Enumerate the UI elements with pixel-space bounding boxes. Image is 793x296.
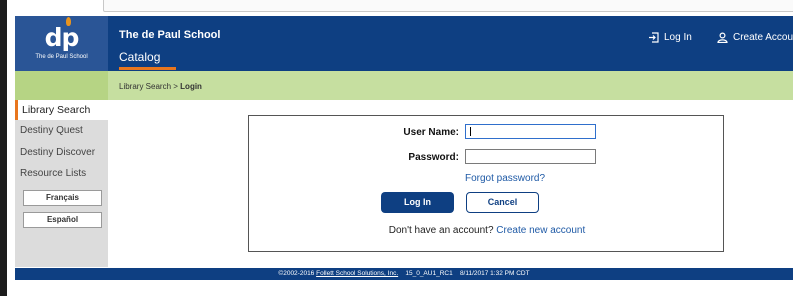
browser-address-field[interactable] (103, 0, 793, 12)
footer: ©2002-2016 Follett School Solutions, Inc… (15, 268, 793, 280)
tab-catalog[interactable]: Catalog (119, 50, 160, 64)
window-left-edge (0, 0, 7, 296)
header-account-label: Create Account (733, 31, 793, 43)
breadcrumb-parent[interactable]: Library Search (119, 82, 171, 91)
window-gutter (7, 0, 15, 296)
password-label: Password: (408, 152, 459, 163)
breadcrumb: Library Search > Login (119, 82, 202, 91)
header-login-label: Log In (664, 31, 692, 43)
active-tab-indicator (119, 67, 176, 70)
logo-tagline: The de Paul School (35, 54, 88, 60)
no-account-message: Don't have an account? Create new accoun… (249, 225, 725, 236)
username-label: User Name: (403, 127, 459, 138)
username-field[interactable] (465, 124, 596, 139)
user-icon (717, 31, 728, 43)
login-panel: User Name: Password: Forgot password? Lo… (248, 115, 724, 252)
text-cursor (470, 127, 471, 136)
cancel-button[interactable]: Cancel (466, 192, 539, 213)
breadcrumb-bar: Library Search > Login (15, 71, 793, 100)
breadcrumb-current: Login (180, 82, 202, 91)
sidebar-item-destiny-quest[interactable]: Destiny Quest (15, 121, 108, 141)
school-name: The de Paul School (119, 29, 221, 41)
create-account-link[interactable]: Create new account (496, 225, 585, 236)
sidebar: Library Search Destiny Quest Destiny Dis… (15, 100, 108, 267)
header-create-account-link[interactable]: Create Account (717, 30, 793, 44)
forgot-password-link[interactable]: Forgot password? (465, 173, 545, 184)
login-icon (649, 31, 659, 43)
header-login-link[interactable]: Log In (648, 30, 692, 44)
footer-copyright: ©2002-2016 (278, 270, 315, 277)
no-account-text: Don't have an account? (388, 225, 494, 236)
language-button-espanol[interactable]: Español (23, 212, 102, 228)
language-button-francais[interactable]: Français (23, 190, 102, 206)
school-logo[interactable]: dp The de Paul School (15, 16, 108, 71)
login-button[interactable]: Log In (381, 192, 454, 213)
sidebar-item-library-search[interactable]: Library Search (15, 100, 108, 120)
breadcrumb-side-block (15, 71, 108, 100)
footer-company-link[interactable]: Follett School Solutions, Inc. (316, 270, 398, 277)
logo-monogram: dp (44, 23, 80, 52)
sidebar-item-resource-lists[interactable]: Resource Lists (15, 164, 108, 184)
footer-version: 15_0_AU1_RC1 (405, 270, 453, 277)
sidebar-item-destiny-discover[interactable]: Destiny Discover (15, 143, 108, 163)
password-field[interactable] (465, 149, 596, 164)
browser-top-strip (15, 0, 793, 16)
site-header: dp The de Paul School The de Paul School… (15, 16, 793, 71)
breadcrumb-separator: > (173, 82, 178, 91)
footer-timestamp: 8/11/2017 1:32 PM CDT (459, 270, 530, 277)
